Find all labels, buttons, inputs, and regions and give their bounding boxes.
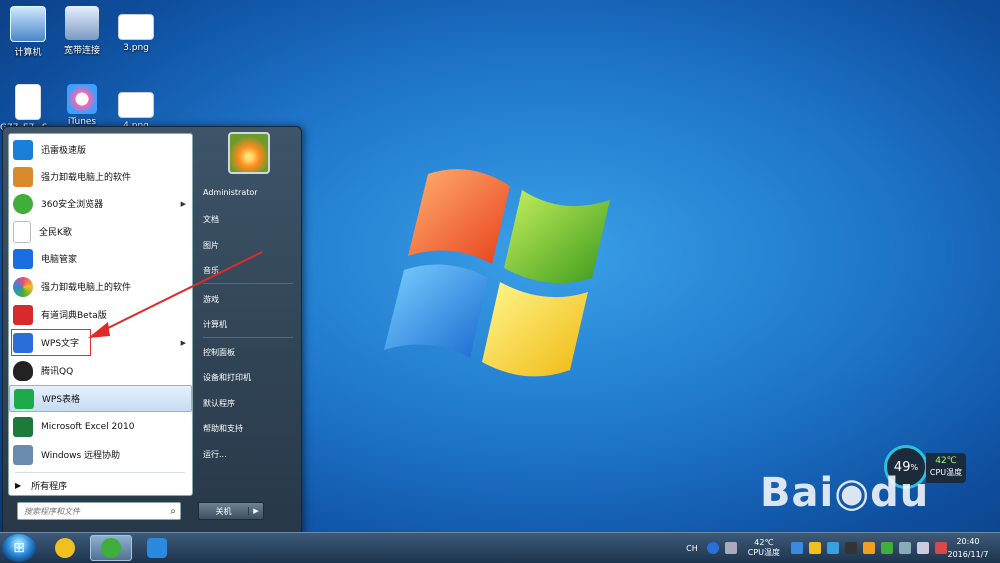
wps-writer-icon: [147, 538, 167, 558]
itunes-icon: [67, 84, 97, 114]
all-programs-arrow-icon: ▶: [15, 480, 22, 490]
program-excel-2010[interactable]: Microsoft Excel 2010: [9, 413, 192, 440]
program-youdao[interactable]: 有道词典Beta版: [9, 301, 192, 328]
language-indicator[interactable]: CH: [686, 544, 698, 553]
taskbar-media-player[interactable]: [44, 535, 86, 561]
youdao-icon: [13, 304, 33, 325]
shutdown-button[interactable]: 关机 ▶: [198, 502, 264, 520]
360-browser-icon: [101, 538, 121, 558]
desktop-icon-broadband[interactable]: 宽带连接: [54, 6, 110, 56]
right-item-music[interactable]: 音乐: [203, 265, 219, 276]
all-programs-button[interactable]: ▶ 所有程序: [9, 475, 192, 495]
file-icon: [15, 84, 41, 120]
right-item-control-panel[interactable]: 控制面板: [203, 347, 235, 358]
baidu-jingyan-watermark: Bai◉du: [760, 470, 1000, 516]
program-uninstaller[interactable]: 强力卸载电脑上的软件: [9, 163, 192, 190]
right-item-games[interactable]: 游戏: [203, 294, 219, 305]
taskbar-wps-writer[interactable]: [136, 535, 178, 561]
computer-icon: [10, 6, 46, 42]
program-pc-manager[interactable]: 电脑管家: [9, 245, 192, 272]
tray-app-icon[interactable]: [827, 542, 839, 554]
media-player-icon: [55, 538, 75, 558]
program-quanmin-kge[interactable]: 全民K歌: [9, 218, 192, 245]
divider: [203, 283, 293, 284]
start-search-box[interactable]: ⌕: [17, 502, 181, 520]
pc-manager-icon: [13, 248, 33, 269]
program-qq[interactable]: 腾讯QQ: [9, 357, 192, 384]
search-icon[interactable]: ⌕: [166, 506, 180, 517]
document-icon: [13, 220, 31, 243]
tray-app-icon[interactable]: [899, 542, 911, 554]
start-button[interactable]: ⊞: [2, 534, 36, 562]
start-menu: 迅雷极速版 强力卸载电脑上的软件 360安全浏览器 ▶ 全民K歌 电脑管家 强力…: [2, 126, 302, 534]
network-icon[interactable]: [917, 542, 929, 554]
highlight-box-wps-writer: [11, 329, 91, 356]
program-remote-assist[interactable]: Windows 远程协助: [9, 441, 192, 468]
user-avatar[interactable]: [228, 132, 270, 174]
system-clock[interactable]: 20:40 2016/11/7: [940, 535, 996, 561]
right-item-devices-printers[interactable]: 设备和打印机: [203, 372, 251, 383]
settings-icon[interactable]: [724, 542, 737, 554]
uninstaller-icon: [13, 166, 33, 187]
taskbar: ⊞ CH 42℃ CPU温度 20:40 2016/11/7: [0, 532, 1000, 563]
colorful-leaf-icon: [13, 276, 33, 297]
start-menu-right-pane: Administrator 文档 图片 音乐 游戏 计算机 控制面板 设备和打印…: [195, 127, 301, 533]
right-item-user[interactable]: Administrator: [203, 188, 258, 197]
right-item-default-programs[interactable]: 默认程序: [203, 398, 235, 409]
help-icon[interactable]: [706, 542, 719, 554]
remote-assist-icon: [13, 444, 33, 465]
tray-app-icon[interactable]: [845, 542, 857, 554]
image-file-icon: [118, 14, 154, 40]
start-menu-programs-pane: 迅雷极速版 强力卸载电脑上的软件 360安全浏览器 ▶ 全民K歌 电脑管家 强力…: [8, 133, 193, 496]
tray-app-icon[interactable]: [809, 542, 821, 554]
system-tray: CH 42℃ CPU温度: [686, 533, 950, 563]
tray-app-icon[interactable]: [881, 542, 893, 554]
desktop-icon-4png[interactable]: 4.png: [108, 88, 164, 131]
taskbar-360-browser[interactable]: [90, 535, 132, 561]
program-360-browser[interactable]: 360安全浏览器 ▶: [9, 190, 192, 217]
divider: [203, 337, 293, 338]
divider: [15, 472, 185, 473]
image-file-icon: [118, 92, 154, 118]
xunlei-icon: [13, 139, 33, 160]
desktop-icon-itunes[interactable]: iTunes: [54, 84, 110, 127]
shutdown-options-arrow-icon[interactable]: ▶: [248, 507, 263, 515]
360-browser-icon: [13, 193, 33, 214]
right-item-help-support[interactable]: 帮助和支持: [203, 423, 243, 434]
program-uninstaller-2[interactable]: 强力卸载电脑上的软件: [9, 273, 192, 300]
desktop-icon-computer[interactable]: 计算机: [0, 6, 56, 58]
tray-cpu-temp[interactable]: 42℃ CPU温度: [748, 538, 780, 558]
network-icon: [65, 6, 99, 40]
qq-penguin-icon: [13, 360, 33, 381]
submenu-arrow-icon: ▶: [180, 199, 186, 208]
search-input[interactable]: [18, 506, 166, 516]
submenu-arrow-icon: ▶: [180, 338, 186, 347]
right-item-run[interactable]: 运行...: [203, 449, 227, 460]
right-item-computer[interactable]: 计算机: [203, 319, 227, 330]
security-shield-icon[interactable]: [791, 542, 803, 554]
program-xunlei[interactable]: 迅雷极速版: [9, 136, 192, 163]
baidu-logo: Bai◉du: [760, 470, 930, 516]
excel-icon: [13, 416, 33, 437]
right-item-documents[interactable]: 文档: [203, 214, 219, 225]
right-item-pictures[interactable]: 图片: [203, 240, 219, 251]
wps-spreadsheet-icon: [14, 388, 34, 409]
program-wps-spreadsheet[interactable]: WPS表格: [9, 385, 192, 412]
windows-flag-icon: ⊞: [13, 540, 25, 556]
desktop-icon-3png[interactable]: 3.png: [108, 10, 164, 53]
tray-app-icon[interactable]: [863, 542, 875, 554]
windows-logo-wallpaper: [384, 169, 610, 377]
